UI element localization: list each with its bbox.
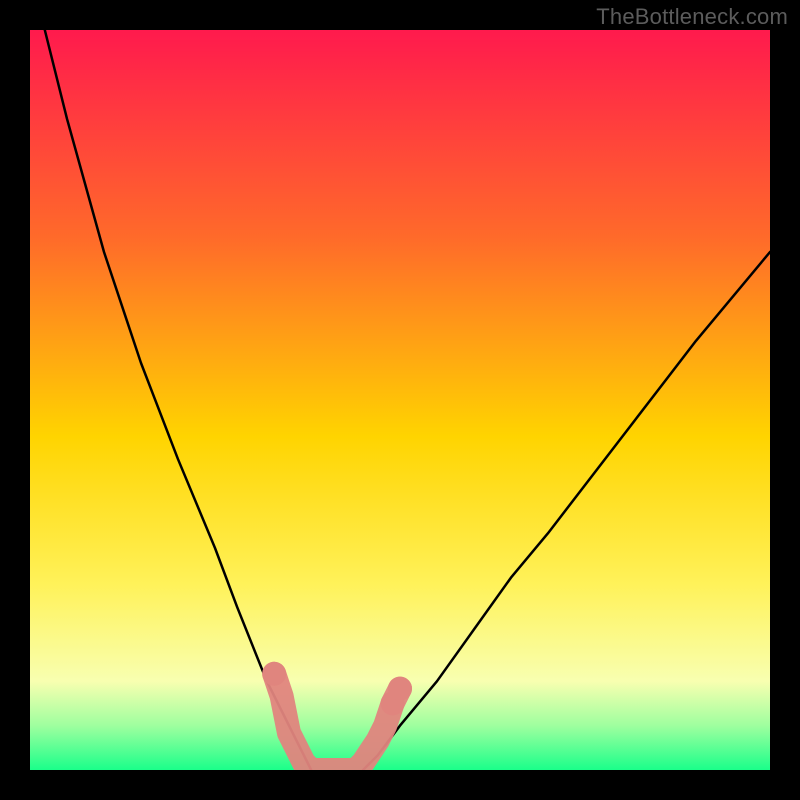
chart-svg (30, 30, 770, 770)
chart-container: TheBottleneck.com (0, 0, 800, 800)
plot-area (30, 30, 770, 770)
watermark-text: TheBottleneck.com (596, 4, 788, 30)
marker-dot (262, 662, 286, 686)
marker-dot (388, 677, 412, 701)
gradient-background (30, 30, 770, 770)
